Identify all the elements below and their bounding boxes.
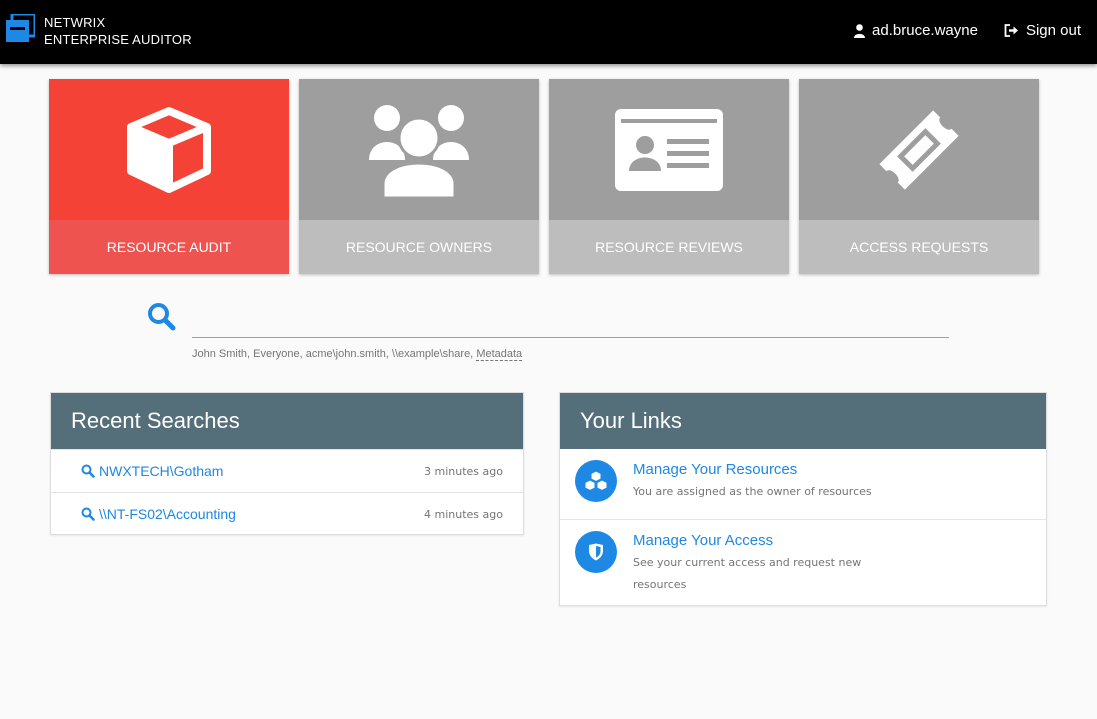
- recent-search-link[interactable]: NWXTECH\Gotham: [81, 463, 223, 479]
- link-description: See your current access and request new …: [633, 556, 862, 591]
- link-description: You are assigned as the owner of resourc…: [633, 485, 872, 498]
- tile-access-requests[interactable]: ACCESS REQUESTS: [799, 79, 1039, 274]
- search-input[interactable]: [192, 300, 949, 338]
- recent-searches-card: Recent Searches NWXTECH\Gotham 3 minutes…: [50, 392, 524, 535]
- user-icon: [854, 23, 866, 38]
- tile-resource-owners[interactable]: RESOURCE OWNERS: [299, 79, 539, 274]
- username: ad.bruce.wayne: [872, 22, 978, 39]
- brand[interactable]: NETWRIX ENTERPRISE AUDITOR: [6, 14, 192, 48]
- shield-icon: [589, 543, 603, 561]
- link-icon-circle: [575, 460, 617, 502]
- brand-product: ENTERPRISE AUDITOR: [44, 32, 192, 47]
- users-icon: [369, 104, 469, 198]
- link-title[interactable]: Manage Your Access: [633, 530, 863, 552]
- link-item-manage-access[interactable]: Manage Your Access See your current acce…: [560, 519, 1046, 605]
- brand-name: NETWRIX: [44, 15, 106, 30]
- sign-out-icon: [1004, 24, 1018, 37]
- netwrix-logo-icon: [6, 14, 35, 42]
- tile-resource-audit[interactable]: RESOURCE AUDIT: [49, 79, 289, 274]
- your-links-card: Your Links Manage Your Resources You are…: [559, 392, 1047, 606]
- tile-label: RESOURCE REVIEWS: [549, 220, 789, 274]
- recent-search-time: 4 minutes ago: [424, 507, 503, 521]
- search-hint-examples: John Smith, Everyone, acme\john.smith, \…: [192, 348, 477, 360]
- link-icon-circle: [575, 531, 617, 573]
- id-card-icon: [615, 108, 723, 191]
- recent-search-label: \\NT-FS02\Accounting: [99, 506, 236, 522]
- recent-search-row: \\NT-FS02\Accounting 4 minutes ago: [51, 492, 523, 535]
- recent-searches-title: Recent Searches: [51, 393, 523, 449]
- recent-search-label: NWXTECH\Gotham: [99, 463, 224, 479]
- tile-label: RESOURCE OWNERS: [299, 220, 539, 274]
- search-icon: [81, 507, 95, 521]
- sign-out-label: Sign out: [1025, 22, 1081, 39]
- your-links-title: Your Links: [560, 393, 1046, 449]
- top-bar: NETWRIX ENTERPRISE AUDITOR ad.bruce.wayn…: [0, 0, 1097, 64]
- recent-search-row: NWXTECH\Gotham 3 minutes ago: [51, 449, 523, 492]
- tile-label: RESOURCE AUDIT: [49, 220, 289, 274]
- search-icon[interactable]: [147, 302, 176, 331]
- recent-search-link[interactable]: \\NT-FS02\Accounting: [81, 506, 236, 522]
- sign-out-button[interactable]: Sign out: [1004, 22, 1081, 39]
- user-menu[interactable]: ad.bruce.wayne: [854, 22, 978, 39]
- cube-icon: [127, 106, 211, 193]
- cubes-icon: [584, 470, 608, 492]
- link-item-manage-resources[interactable]: Manage Your Resources You are assigned a…: [560, 449, 1046, 519]
- metadata-link[interactable]: Metadata: [476, 348, 523, 361]
- tile-resource-reviews[interactable]: RESOURCE REVIEWS: [549, 79, 789, 274]
- recent-search-time: 3 minutes ago: [424, 464, 503, 478]
- tile-label: ACCESS REQUESTS: [799, 220, 1039, 274]
- search-icon: [81, 464, 95, 478]
- search-hint: John Smith, Everyone, acme\john.smith, \…: [192, 348, 523, 361]
- ticket-icon: [879, 109, 959, 190]
- link-title[interactable]: Manage Your Resources: [633, 459, 933, 481]
